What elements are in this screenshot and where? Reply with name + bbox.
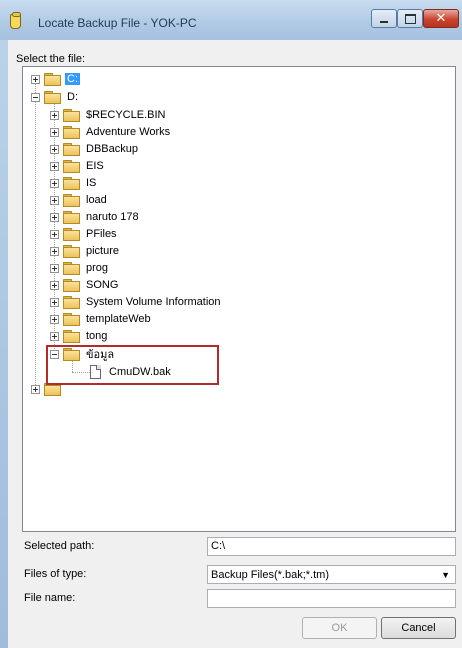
title-bar[interactable]: Locate Backup File - YOK-PC ✕ bbox=[0, 0, 462, 40]
tree-item-folder[interactable]: templateWeb bbox=[50, 311, 153, 327]
tree-item-label: $RECYCLE.BIN bbox=[86, 109, 166, 121]
folder-icon bbox=[63, 177, 80, 190]
tree-guide-line bbox=[35, 79, 36, 389]
close-button[interactable]: ✕ bbox=[423, 9, 459, 28]
folder-icon bbox=[63, 228, 80, 241]
dialog-window: Locate Backup File - YOK-PC ✕ Select the… bbox=[0, 0, 462, 648]
annotation-highlight-box bbox=[46, 345, 219, 385]
tree-item-folder[interactable]: tong bbox=[50, 328, 109, 344]
minimize-icon bbox=[380, 20, 388, 23]
plus-expander-icon[interactable] bbox=[50, 161, 59, 171]
tree-item-folder[interactable]: IS bbox=[50, 175, 98, 191]
tree-item-folder[interactable]: naruto 178 bbox=[50, 209, 141, 225]
tree-item-label: IS bbox=[86, 177, 97, 189]
plus-expander-icon[interactable] bbox=[50, 314, 59, 324]
close-icon: ✕ bbox=[435, 11, 447, 26]
tree-item-label: prog bbox=[86, 262, 109, 274]
tree-item-label: EIS bbox=[86, 160, 104, 172]
tree-item-label: naruto 178 bbox=[86, 211, 139, 223]
tree-item-folder[interactable]: prog bbox=[50, 260, 110, 276]
folder-icon bbox=[63, 313, 80, 326]
folder-icon bbox=[44, 73, 61, 86]
plus-expander-icon[interactable] bbox=[50, 212, 59, 222]
plus-expander-icon[interactable] bbox=[50, 178, 59, 188]
plus-expander-icon[interactable] bbox=[50, 195, 59, 205]
plus-expander-icon[interactable] bbox=[50, 280, 59, 290]
select-file-label: Select the file: bbox=[16, 53, 86, 65]
tree-item-folder[interactable]: SONG bbox=[50, 277, 120, 293]
files-of-type-label: Files of type: bbox=[24, 568, 87, 580]
ok-button[interactable]: OK bbox=[302, 617, 377, 639]
maximize-icon bbox=[404, 13, 416, 24]
folder-icon bbox=[63, 143, 80, 156]
tree-item-label: Adventure Works bbox=[86, 126, 171, 138]
plus-expander-icon[interactable] bbox=[50, 263, 59, 273]
tree-item-d-drive[interactable]: D: bbox=[31, 89, 80, 105]
tree-item-folder[interactable]: Adventure Works bbox=[50, 124, 172, 140]
folder-icon bbox=[63, 245, 80, 258]
plus-expander-icon[interactable] bbox=[50, 110, 59, 120]
folder-icon bbox=[63, 109, 80, 122]
plus-expander-icon[interactable] bbox=[50, 127, 59, 137]
window-title: Locate Backup File - YOK-PC bbox=[38, 16, 197, 30]
tree-item-label: C: bbox=[65, 73, 80, 85]
plus-expander-icon[interactable] bbox=[50, 297, 59, 307]
files-of-type-value: Backup Files(*.bak;*.tm) bbox=[211, 568, 329, 581]
chevron-down-icon[interactable]: ▼ bbox=[441, 570, 450, 580]
maximize-button[interactable] bbox=[397, 9, 423, 28]
minus-expander-icon[interactable] bbox=[31, 92, 40, 102]
selected-path-label: Selected path: bbox=[24, 540, 95, 552]
tree-item-folder[interactable]: System Volume Information bbox=[50, 294, 223, 310]
tree-item-label: templateWeb bbox=[86, 313, 151, 325]
tree-item-folder[interactable]: EIS bbox=[50, 158, 106, 174]
tree-item-folder[interactable]: picture bbox=[50, 243, 121, 259]
folder-icon bbox=[63, 126, 80, 139]
plus-expander-icon[interactable] bbox=[31, 74, 40, 84]
file-name-input[interactable] bbox=[207, 589, 456, 608]
files-of-type-dropdown[interactable]: Backup Files(*.bak;*.tm) ▼ bbox=[207, 565, 456, 584]
tree-item-label: SONG bbox=[86, 279, 119, 291]
plus-expander-icon[interactable] bbox=[50, 229, 59, 239]
tree-item-label: DBBackup bbox=[86, 143, 138, 155]
folder-icon bbox=[63, 211, 80, 224]
backup-file-icon bbox=[10, 12, 21, 29]
tree-item-folder[interactable]: DBBackup bbox=[50, 141, 140, 157]
folder-icon bbox=[63, 194, 80, 207]
folder-icon bbox=[63, 160, 80, 173]
folder-icon bbox=[63, 279, 80, 292]
folder-icon bbox=[63, 262, 80, 275]
plus-expander-icon[interactable] bbox=[50, 246, 59, 256]
tree-item-label: System Volume Information bbox=[86, 296, 221, 308]
tree-item-label: load bbox=[86, 194, 107, 206]
plus-expander-icon[interactable] bbox=[31, 384, 40, 394]
folder-icon bbox=[63, 330, 80, 343]
plus-expander-icon[interactable] bbox=[50, 144, 59, 154]
file-name-label: File name: bbox=[24, 592, 76, 604]
tree-item-label: picture bbox=[86, 245, 120, 257]
tree-item-label: PFiles bbox=[86, 228, 117, 240]
file-tree[interactable]: C: D: $RECYCLE.BIN Adventure Works DBBac… bbox=[22, 66, 456, 532]
plus-expander-icon[interactable] bbox=[50, 331, 59, 341]
tree-item-folder[interactable]: PFiles bbox=[50, 226, 119, 242]
tree-item-label: D: bbox=[67, 91, 78, 103]
folder-icon bbox=[44, 91, 61, 104]
minimize-button[interactable] bbox=[371, 9, 397, 28]
tree-item-c-drive[interactable]: C: bbox=[31, 71, 80, 87]
folder-icon bbox=[63, 296, 80, 309]
selected-path-field[interactable]: C:\ bbox=[207, 537, 456, 556]
cancel-button[interactable]: Cancel bbox=[381, 617, 456, 639]
tree-item-folder[interactable]: $RECYCLE.BIN bbox=[50, 107, 167, 123]
tree-item-folder[interactable]: load bbox=[50, 192, 109, 208]
tree-item-label: tong bbox=[86, 330, 108, 342]
